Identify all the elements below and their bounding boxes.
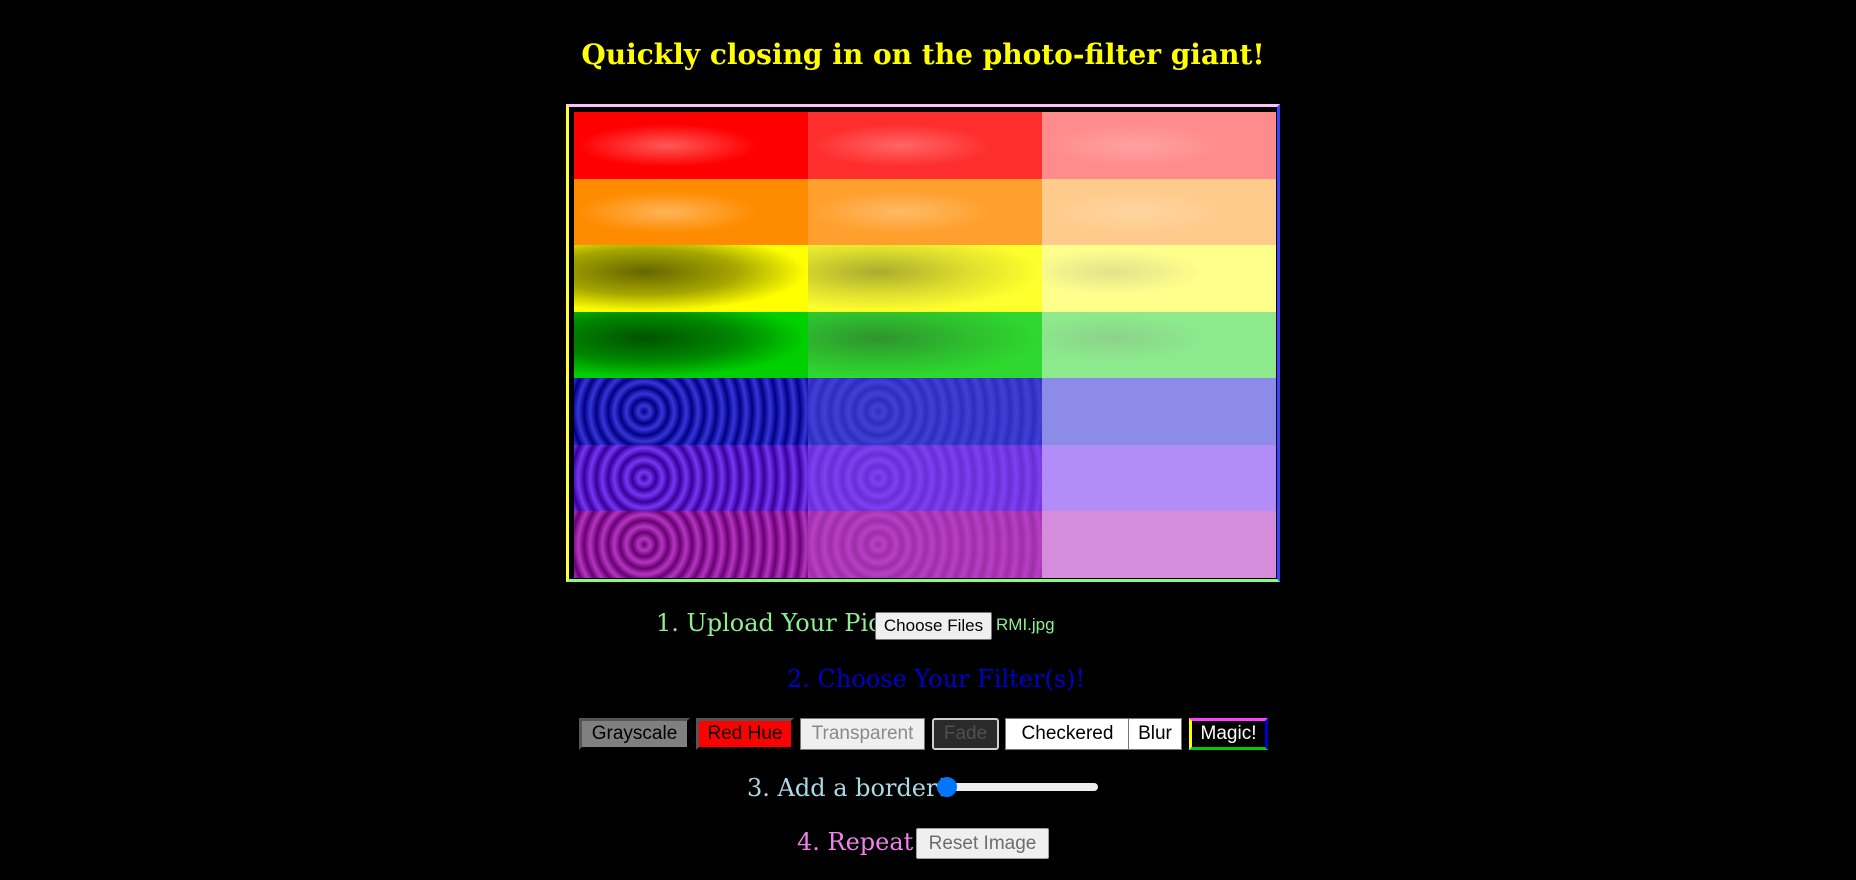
filter-cell [808, 245, 1042, 312]
filter-cell [1042, 444, 1276, 512]
filter-cell [1042, 311, 1276, 379]
filter-cell [574, 378, 808, 445]
filter-cell [808, 178, 1042, 246]
filter-band [574, 245, 1276, 312]
filter-band [574, 511, 1276, 578]
transparency-wash [1042, 511, 1276, 578]
filter-cell [808, 378, 1042, 445]
filter-cell [1042, 511, 1276, 578]
transparency-wash [808, 245, 1042, 312]
filter-band [574, 178, 1276, 246]
step-upload-label: 1. Upload Your Pic! [656, 609, 892, 637]
transparency-wash [808, 511, 1042, 578]
filter-cell [574, 112, 808, 179]
filter-band [574, 311, 1276, 379]
transparency-wash [1042, 311, 1276, 379]
transparency-wash [1042, 112, 1276, 179]
filter-cell [808, 311, 1042, 379]
filter-button-fade[interactable]: Fade [932, 718, 999, 750]
transparency-wash [1042, 444, 1276, 512]
slider-track [937, 783, 1098, 791]
transparency-wash [808, 378, 1042, 445]
transparency-wash [808, 311, 1042, 379]
filter-button-grayscale[interactable]: Grayscale [579, 718, 690, 750]
transparency-wash [808, 112, 1042, 179]
transparency-wash [808, 178, 1042, 246]
filter-button-red-hue[interactable]: Red Hue [696, 718, 794, 750]
filter-cell [808, 511, 1042, 578]
filter-cell [574, 178, 808, 246]
slider-thumb[interactable] [937, 777, 957, 797]
filter-band [574, 378, 1276, 445]
filter-cell [574, 245, 808, 312]
filter-button-checkered[interactable]: Checkered [1005, 718, 1130, 750]
filter-cell [574, 511, 808, 578]
filter-cell [1042, 178, 1276, 246]
border-width-slider[interactable] [937, 777, 1098, 797]
filter-band [574, 112, 1276, 179]
reset-image-button[interactable]: Reset Image [916, 828, 1049, 859]
filter-band [574, 444, 1276, 512]
filter-cell [574, 444, 808, 512]
step-repeat-label: 4. Repeat! [797, 828, 923, 856]
transparency-wash [1042, 245, 1276, 312]
transparency-wash [1042, 178, 1276, 246]
transparency-wash [574, 445, 808, 512]
transparency-wash [574, 378, 808, 445]
uploaded-file-name: RMI.jpg [996, 615, 1055, 634]
transparency-wash [574, 112, 808, 179]
filter-cell [808, 444, 1042, 512]
transparency-wash [808, 444, 1042, 512]
transparency-wash [574, 245, 808, 312]
page-title: Quickly closing in on the photo-filter g… [581, 38, 1265, 71]
filtered-image-canvas [574, 112, 1276, 578]
transparency-wash [574, 511, 808, 578]
filter-cell [574, 311, 808, 379]
transparency-wash [574, 179, 808, 246]
transparency-wash [1042, 378, 1276, 445]
filter-button-magic[interactable]: Magic! [1189, 718, 1268, 750]
filter-button-blur[interactable]: Blur [1128, 718, 1182, 750]
image-frame [566, 104, 1280, 582]
filter-cell [1042, 112, 1276, 179]
filter-cell [1042, 245, 1276, 312]
filter-cell [1042, 378, 1276, 445]
filter-cell [808, 112, 1042, 179]
step-border-label: 3. Add a border! [747, 774, 948, 802]
choose-files-button[interactable]: Choose Files [875, 612, 992, 640]
step-filter-label: 2. Choose Your Filter(s)! [787, 665, 1086, 693]
filter-button-transparent[interactable]: Transparent [800, 718, 925, 750]
transparency-wash [574, 312, 808, 379]
